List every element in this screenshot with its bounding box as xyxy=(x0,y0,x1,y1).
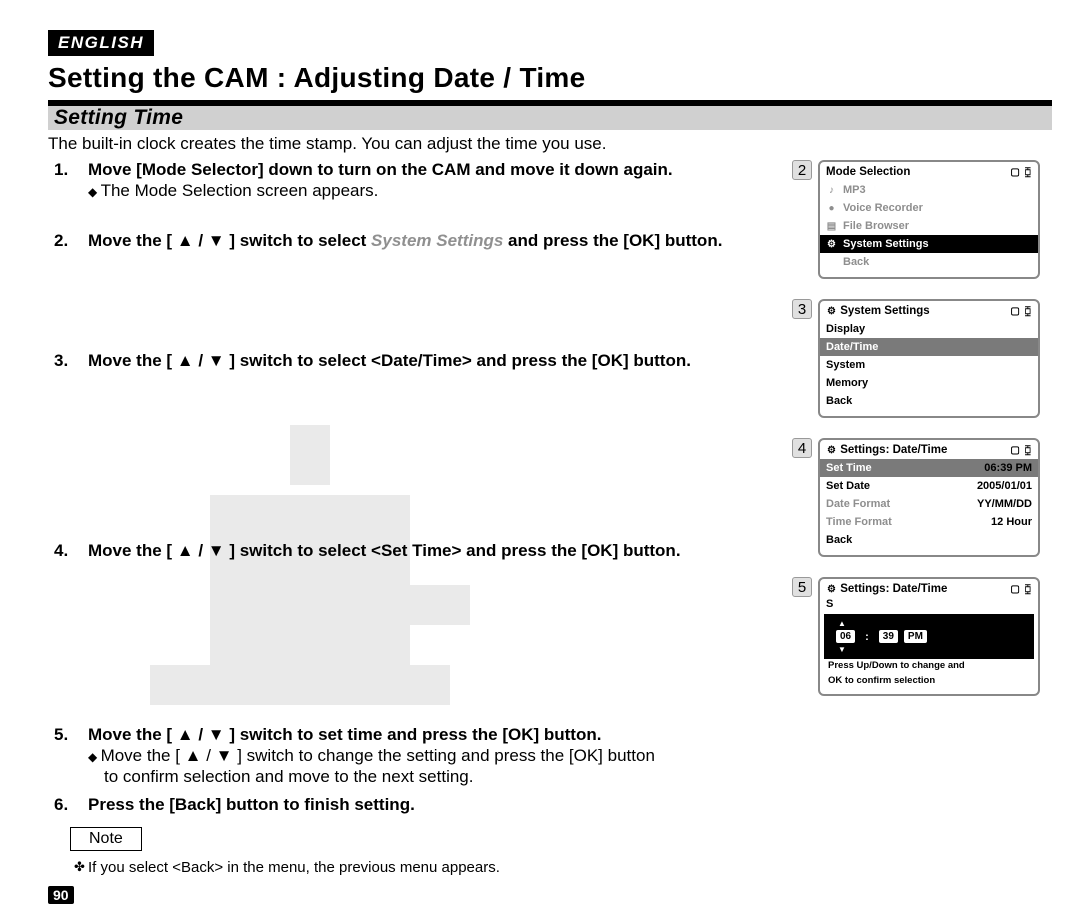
gear-icon: ⚙ xyxy=(826,584,837,595)
screen-mock-4: 4 ⚙ Settings: Date/Time ▢ ⧮ Set Time06:3… xyxy=(792,438,1052,557)
step-4: Move the [ ▲ / ▼ ] switch to select <Set… xyxy=(48,541,780,695)
step-3: Move the [ ▲ / ▼ ] switch to select <Dat… xyxy=(48,351,780,511)
screen-step-number: 2 xyxy=(792,160,812,180)
gear-icon: ⚙ xyxy=(826,239,837,250)
page-title: Setting the CAM : Adjusting Date / Time xyxy=(48,60,1052,98)
arrow-down-icon: ▼ xyxy=(828,645,1030,654)
time-ampm: PM xyxy=(904,630,927,643)
screen-step-number: 5 xyxy=(792,577,812,597)
screen-mock-2: 2 Mode Selection ▢ ⧮ ♪MP3 ●Voice Recorde… xyxy=(792,160,1052,279)
step-6: Press the [Back] button to finish settin… xyxy=(48,795,780,815)
screen-title: Settings: Date/Time xyxy=(840,583,947,595)
step-2: Move the [ ▲ / ▼ ] switch to select Syst… xyxy=(48,231,780,321)
step-5: Move the [ ▲ / ▼ ] switch to set time an… xyxy=(48,725,780,787)
screen-mock-5: 5 ⚙ Settings: Date/Time ▢ ⧮ S D T B ▲ xyxy=(792,577,1052,696)
battery-icon: ▢ ⧮ xyxy=(1010,167,1032,178)
screen-step-number: 4 xyxy=(792,438,812,458)
note-heading: Note xyxy=(70,827,142,851)
note-text: If you select <Back> in the menu, the pr… xyxy=(48,859,780,876)
time-hours: 06 xyxy=(836,630,855,643)
gear-icon: ⚙ xyxy=(826,445,837,456)
page-number: 90 xyxy=(48,886,74,904)
screen-mock-3: 3 ⚙ System Settings ▢ ⧮ Display Date/Tim… xyxy=(792,299,1052,418)
music-note-icon: ♪ xyxy=(826,185,837,196)
section-heading: Setting Time xyxy=(48,104,1052,130)
screen-step-number: 3 xyxy=(792,299,812,319)
gear-icon: ⚙ xyxy=(826,306,837,317)
screen-title: Mode Selection xyxy=(826,166,910,178)
language-badge: ENGLISH xyxy=(48,30,154,56)
mic-icon: ● xyxy=(826,203,837,214)
folder-icon: ▤ xyxy=(826,221,837,232)
battery-icon: ▢ ⧮ xyxy=(1010,445,1032,456)
battery-icon: ▢ ⧮ xyxy=(1010,584,1032,595)
time-minutes: 39 xyxy=(879,630,898,643)
screen-title: Settings: Date/Time xyxy=(840,444,947,456)
arrow-up-icon: ▲ xyxy=(828,619,1030,628)
screen-hint: Press Up/Down to change and xyxy=(820,658,1038,673)
screen-hint: OK to confirm selection xyxy=(820,673,1038,688)
intro-text: The built-in clock creates the time stam… xyxy=(48,134,1052,154)
step-list: Move [Mode Selector] down to turn on the… xyxy=(48,160,780,815)
step-1: Move [Mode Selector] down to turn on the… xyxy=(48,160,780,201)
battery-icon: ▢ ⧮ xyxy=(1010,306,1032,317)
screen-title: System Settings xyxy=(840,305,929,317)
